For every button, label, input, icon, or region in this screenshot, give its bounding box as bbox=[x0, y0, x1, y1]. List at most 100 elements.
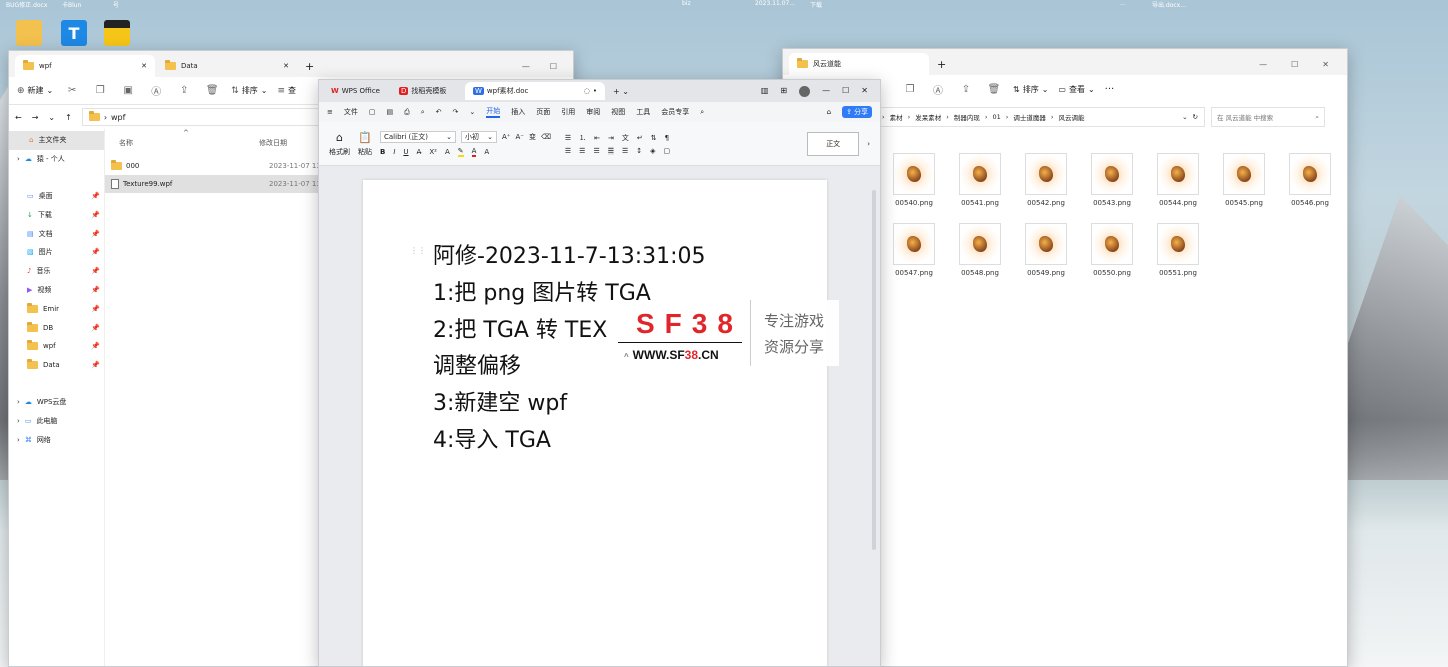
apps-icon[interactable]: ⊞ bbox=[780, 86, 787, 97]
borders-icon[interactable]: ▢ bbox=[664, 147, 671, 155]
doc-line[interactable]: 2:把 TGA 转 TEX bbox=[433, 312, 607, 344]
new-tab-button[interactable]: + bbox=[305, 60, 314, 73]
close-icon[interactable]: ✕ bbox=[141, 62, 147, 70]
tab-fengyun[interactable]: 风云道能 bbox=[789, 53, 929, 75]
view-button[interactable]: ≡ 查 bbox=[278, 85, 297, 96]
save-icon[interactable]: ▢ bbox=[369, 108, 376, 116]
tab-data[interactable]: Data ✕ bbox=[157, 55, 297, 77]
image-thumbnail[interactable] bbox=[1157, 153, 1199, 195]
grow-font-icon[interactable]: A⁺ bbox=[502, 133, 510, 141]
layout-icon[interactable]: ▥ bbox=[761, 86, 769, 97]
dot-icon[interactable]: • bbox=[593, 87, 597, 95]
desktop-folder-icon[interactable] bbox=[16, 20, 42, 46]
style-normal[interactable]: 正文 bbox=[807, 131, 860, 156]
highlight-icon[interactable]: ✎ bbox=[457, 147, 464, 157]
forward-icon[interactable]: → bbox=[32, 113, 39, 122]
font-size-select[interactable]: 小初 ⌄ bbox=[461, 130, 497, 143]
copy-icon[interactable]: ❐ bbox=[901, 80, 919, 98]
menu-file[interactable]: 文件 bbox=[344, 107, 358, 117]
minimize-icon[interactable]: — bbox=[822, 86, 830, 97]
export-icon[interactable]: ▤ bbox=[387, 108, 394, 116]
paragraph-handle-icon[interactable]: ⋮⋮ bbox=[410, 246, 426, 255]
tab-wpf[interactable]: wpf ✕ bbox=[15, 55, 155, 77]
sort-button[interactable]: ⇅ 排序 ⌄ bbox=[231, 85, 267, 96]
desktop-app-icon[interactable] bbox=[104, 20, 130, 46]
line-spacing-icon[interactable]: ↕ bbox=[636, 147, 642, 155]
underline-icon[interactable]: U bbox=[403, 148, 408, 156]
justify-icon[interactable]: ☰ bbox=[607, 146, 614, 155]
share-icon[interactable]: ⇪ bbox=[957, 80, 975, 98]
new-tab-button[interactable]: + ⌄ bbox=[613, 87, 629, 96]
chevron-down-icon[interactable]: ⌄ bbox=[48, 113, 55, 122]
chevron-down-icon[interactable]: ⌄ bbox=[1182, 113, 1187, 121]
sidebar-item-db[interactable]: DB 📌 bbox=[9, 318, 104, 337]
increase-indent-icon[interactable]: ⇥ bbox=[608, 134, 614, 142]
doc-line[interactable]: 4:导入 TGA bbox=[433, 422, 551, 454]
align-center-icon[interactable]: ☰ bbox=[579, 147, 585, 155]
print-icon[interactable]: ⎙ bbox=[404, 108, 410, 117]
menu-reference[interactable]: 引用 bbox=[561, 107, 575, 117]
font-color-icon[interactable]: A bbox=[471, 147, 477, 157]
doc-line[interactable]: 阿修-2023-11-7-13:31:05 bbox=[433, 238, 706, 270]
align-right-icon[interactable]: ☰ bbox=[593, 147, 599, 155]
image-thumbnail[interactable] bbox=[1025, 153, 1067, 195]
image-thumbnail[interactable] bbox=[1091, 223, 1133, 265]
sidebar-item-emir[interactable]: Emir 📌 bbox=[9, 299, 104, 318]
sidebar-item-wps-cloud[interactable]: › ☁ WPS云盘 bbox=[9, 393, 104, 412]
search-icon[interactable]: ⌕ bbox=[700, 108, 704, 117]
sidebar-item-onedrive[interactable]: › ☁ 猿 - 个人 bbox=[9, 150, 104, 169]
sidebar-item-network[interactable]: › ⌘ 网络 bbox=[9, 430, 104, 449]
menu-vip[interactable]: 会员专享 bbox=[661, 107, 689, 117]
bullet-list-icon[interactable]: ☰ bbox=[565, 134, 571, 142]
column-name[interactable]: 名称 bbox=[119, 138, 259, 148]
close-icon[interactable]: ✕ bbox=[283, 62, 289, 70]
image-thumbnail[interactable] bbox=[1223, 153, 1265, 195]
view-button[interactable]: ▭ 查看 ⌄ bbox=[1058, 84, 1094, 95]
text-effect-icon[interactable]: A bbox=[445, 148, 450, 156]
sidebar-item-music[interactable]: ♪ 音乐 📌 bbox=[9, 262, 104, 281]
breadcrumb-item[interactable]: 素材 bbox=[890, 112, 903, 122]
paste-button[interactable]: 📋 粘贴 bbox=[358, 131, 372, 157]
menu-review[interactable]: 审阅 bbox=[586, 107, 600, 117]
sidebar-item-pictures[interactable]: ▧ 图片 📌 bbox=[9, 243, 104, 262]
menu-view[interactable]: 视图 bbox=[611, 107, 625, 117]
image-thumbnail[interactable] bbox=[1025, 223, 1067, 265]
sidebar-item-desktop[interactable]: ▭ 桌面 📌 bbox=[9, 187, 104, 206]
distribute-icon[interactable]: ☰ bbox=[622, 147, 628, 155]
refresh-icon[interactable]: ↻ bbox=[1193, 113, 1198, 121]
image-thumbnail[interactable] bbox=[1157, 223, 1199, 265]
desktop-t-app-icon[interactable]: T bbox=[61, 20, 87, 46]
menu-home[interactable]: 开始 bbox=[486, 106, 501, 118]
strikethrough-icon[interactable]: A̶ bbox=[417, 148, 422, 156]
sidebar-item-this-pc[interactable]: › ▭ 此电脑 bbox=[9, 411, 104, 430]
menu-insert[interactable]: 插入 bbox=[511, 107, 525, 117]
doc-line[interactable]: 调整偏移 bbox=[433, 348, 521, 380]
undo-icon[interactable]: ↶ bbox=[436, 108, 442, 116]
image-thumbnail[interactable] bbox=[1289, 153, 1331, 195]
new-button[interactable]: ⊕ 新建 ⌄ bbox=[17, 85, 53, 96]
minimize-icon[interactable]: — bbox=[522, 62, 530, 71]
tab-document[interactable]: Wwpf素材.doc ◌ • bbox=[465, 82, 605, 100]
delete-icon[interactable]: 🗑 bbox=[985, 80, 1003, 98]
chinese-layout-icon[interactable]: 文 bbox=[622, 133, 629, 143]
scrollbar[interactable] bbox=[872, 190, 876, 550]
breadcrumb[interactable]: › 素材 › 发呆素材 › 制器内现 › 01 › 调士道魔器 › 风云调能 ⌄ ↻ bbox=[875, 107, 1205, 127]
shading-icon[interactable]: ◈ bbox=[650, 147, 655, 155]
menu-tools[interactable]: 工具 bbox=[636, 107, 650, 117]
maximize-icon[interactable]: ☐ bbox=[842, 86, 849, 97]
chevron-right-icon[interactable]: › bbox=[867, 140, 870, 148]
sidebar-item-data[interactable]: Data 📌 bbox=[9, 356, 104, 375]
search-input[interactable]: 在 风云道能 中搜索 ⌕ bbox=[1211, 107, 1325, 127]
image-thumbnail[interactable] bbox=[959, 153, 1001, 195]
image-thumbnail[interactable] bbox=[893, 153, 935, 195]
close-icon[interactable]: ✕ bbox=[1322, 60, 1329, 69]
close-icon[interactable]: ✕ bbox=[861, 86, 868, 97]
font-select[interactable]: Calibri (正文) ⌄ bbox=[380, 130, 456, 143]
preview-icon[interactable]: ⌕ bbox=[421, 108, 425, 117]
avatar[interactable] bbox=[799, 85, 811, 97]
doc-line[interactable]: 3:新建空 wpf bbox=[433, 385, 567, 417]
rename-icon[interactable]: Ⓐ bbox=[929, 80, 947, 98]
image-thumbnail[interactable] bbox=[893, 223, 935, 265]
breadcrumb-item[interactable]: 制器内现 bbox=[954, 112, 980, 122]
shrink-font-icon[interactable]: A⁻ bbox=[515, 133, 523, 141]
